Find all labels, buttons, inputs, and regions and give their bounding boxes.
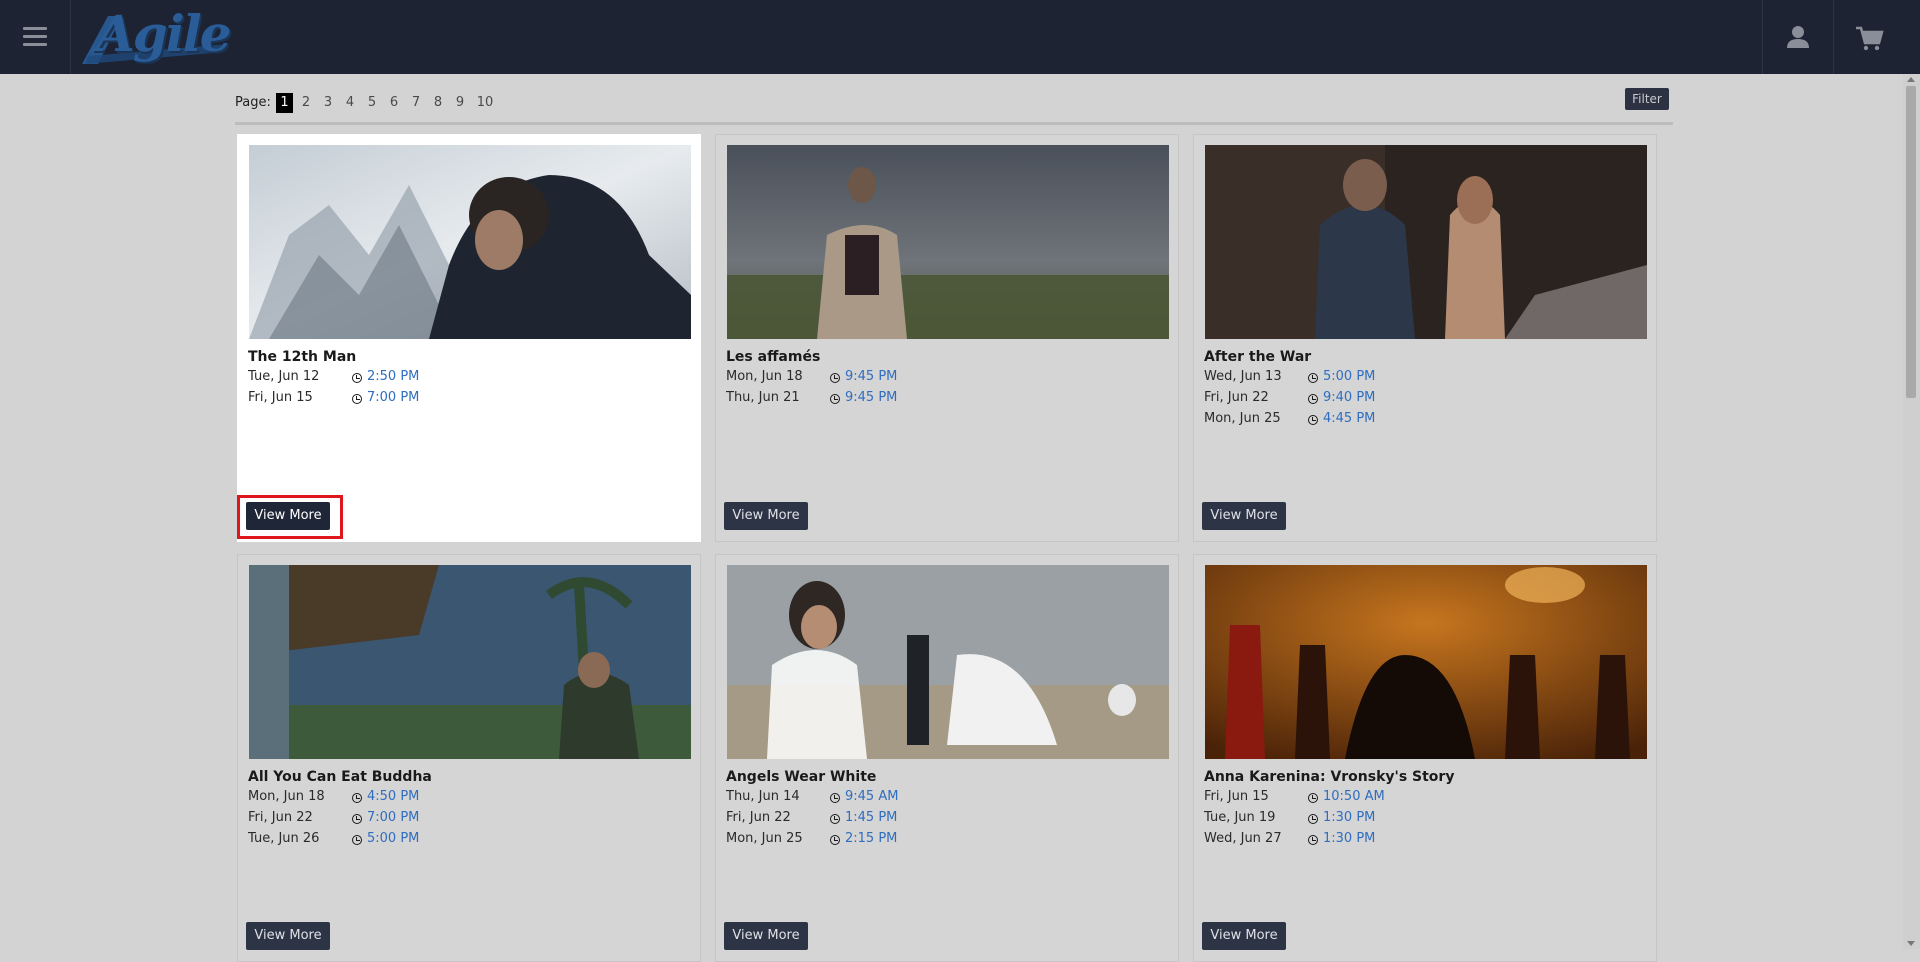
film-card-all-you-can-eat-buddha: All You Can Eat Buddha Mon, Jun 18 4:50 … bbox=[237, 554, 701, 962]
film-poster-image[interactable] bbox=[1205, 565, 1647, 759]
clock-icon bbox=[830, 814, 840, 824]
film-title[interactable]: All You Can Eat Buddha bbox=[248, 769, 432, 785]
film-poster-image[interactable] bbox=[727, 145, 1169, 339]
clock-icon bbox=[352, 814, 362, 824]
user-account-button[interactable] bbox=[1762, 0, 1833, 74]
clock-icon bbox=[1308, 835, 1318, 845]
hamburger-menu-button[interactable] bbox=[0, 0, 71, 74]
view-more-button[interactable]: View More bbox=[724, 922, 808, 950]
page-link-1[interactable]: 1 bbox=[276, 93, 293, 113]
film-title[interactable]: After the War bbox=[1204, 349, 1311, 365]
view-more-button[interactable]: View More bbox=[1202, 922, 1286, 950]
showtime-date: Wed, Jun 13 bbox=[1204, 369, 1282, 384]
showtime-link[interactable]: 1:30 PM bbox=[1323, 831, 1375, 846]
film-title[interactable]: The 12th Man bbox=[248, 349, 356, 365]
view-more-button[interactable]: View More bbox=[724, 502, 808, 530]
shopping-cart-button[interactable] bbox=[1833, 0, 1904, 74]
showtime-date: Thu, Jun 14 bbox=[726, 789, 800, 804]
page-link-3[interactable]: 3 bbox=[321, 93, 335, 113]
showtime-date: Fri, Jun 22 bbox=[248, 810, 313, 825]
showtime-date: Mon, Jun 25 bbox=[1204, 411, 1281, 426]
scroll-up-arrow-icon[interactable] bbox=[1907, 77, 1915, 82]
clock-icon bbox=[352, 793, 362, 803]
clock-icon bbox=[830, 373, 840, 383]
film-poster-image[interactable] bbox=[249, 565, 691, 759]
view-more-button[interactable]: View More bbox=[246, 502, 330, 530]
clock-icon bbox=[830, 835, 840, 845]
showtime-date: Thu, Jun 21 bbox=[726, 390, 800, 405]
page-link-4[interactable]: 4 bbox=[343, 93, 357, 113]
showtime-date: Tue, Jun 19 bbox=[1204, 810, 1276, 825]
page-scrollbar[interactable] bbox=[1903, 74, 1920, 949]
film-poster-image[interactable] bbox=[727, 565, 1169, 759]
showtime-link[interactable]: 5:00 PM bbox=[367, 831, 419, 846]
showtime-date: Fri, Jun 15 bbox=[248, 390, 313, 405]
showtime-link[interactable]: 4:50 PM bbox=[367, 789, 419, 804]
clock-icon bbox=[830, 793, 840, 803]
scrollbar-thumb[interactable] bbox=[1906, 86, 1916, 398]
scroll-down-arrow-icon[interactable] bbox=[1907, 941, 1915, 946]
page-link-5[interactable]: 5 bbox=[365, 93, 379, 113]
showtime-link[interactable]: 2:50 PM bbox=[367, 369, 419, 384]
showtime-date: Mon, Jun 18 bbox=[726, 369, 803, 384]
clock-icon bbox=[1308, 415, 1318, 425]
clock-icon bbox=[352, 394, 362, 404]
view-more-button[interactable]: View More bbox=[246, 922, 330, 950]
shopping-cart-icon bbox=[1856, 26, 1884, 51]
page-link-7[interactable]: 7 bbox=[409, 93, 423, 113]
page-link-10[interactable]: 10 bbox=[475, 93, 495, 113]
clock-icon bbox=[352, 835, 362, 845]
clock-icon bbox=[352, 373, 362, 383]
film-card-the-12th-man: The 12th Man Tue, Jun 12 2:50 PM Fri, Ju… bbox=[237, 134, 701, 542]
film-poster-image[interactable] bbox=[249, 145, 691, 339]
clock-icon bbox=[1308, 793, 1318, 803]
user-icon bbox=[1787, 26, 1809, 48]
showtime-date: Mon, Jun 18 bbox=[248, 789, 325, 804]
showtime-date: Fri, Jun 22 bbox=[726, 810, 791, 825]
film-card-after-the-war: After the War Wed, Jun 13 5:00 PM Fri, J… bbox=[1193, 134, 1657, 542]
page-link-9[interactable]: 9 bbox=[453, 93, 467, 113]
clock-icon bbox=[1308, 814, 1318, 824]
page-link-2[interactable]: 2 bbox=[299, 93, 313, 113]
showtime-link[interactable]: 9:45 AM bbox=[845, 789, 898, 804]
filter-button[interactable]: Filter bbox=[1625, 88, 1669, 110]
film-title[interactable]: Les affamés bbox=[726, 349, 820, 365]
clock-icon bbox=[830, 394, 840, 404]
showtime-link[interactable]: 9:40 PM bbox=[1323, 390, 1375, 405]
film-title[interactable]: Anna Karenina: Vronsky's Story bbox=[1204, 769, 1454, 785]
showtime-date: Fri, Jun 15 bbox=[1204, 789, 1269, 804]
showtime-link[interactable]: 4:45 PM bbox=[1323, 411, 1375, 426]
clock-icon bbox=[1308, 373, 1318, 383]
showtime-date: Mon, Jun 25 bbox=[726, 831, 803, 846]
film-card-anna-karenina: Anna Karenina: Vronsky's Story Fri, Jun … bbox=[1193, 554, 1657, 962]
showtime-link[interactable]: 9:45 PM bbox=[845, 369, 897, 384]
page-link-6[interactable]: 6 bbox=[387, 93, 401, 113]
showtime-link[interactable]: 2:15 PM bbox=[845, 831, 897, 846]
showtime-link[interactable]: 7:00 PM bbox=[367, 390, 419, 405]
film-card-les-affames: Les affamés Mon, Jun 18 9:45 PM Thu, Jun… bbox=[715, 134, 1179, 542]
logo-text: Agile bbox=[96, 4, 232, 63]
showtime-link[interactable]: 1:45 PM bbox=[845, 810, 897, 825]
film-poster-image[interactable] bbox=[1205, 145, 1647, 339]
view-more-button[interactable]: View More bbox=[1202, 502, 1286, 530]
showtime-link[interactable]: 1:30 PM bbox=[1323, 810, 1375, 825]
showtime-date: Wed, Jun 27 bbox=[1204, 831, 1282, 846]
showtime-date: Tue, Jun 12 bbox=[248, 369, 320, 384]
showtime-link[interactable]: 10:50 AM bbox=[1323, 789, 1385, 804]
top-nav-bar: Agile bbox=[0, 0, 1920, 74]
film-title[interactable]: Angels Wear White bbox=[726, 769, 876, 785]
divider bbox=[235, 122, 1673, 125]
page-label: Page: bbox=[235, 95, 271, 110]
page-link-8[interactable]: 8 bbox=[431, 93, 445, 113]
film-card-angels-wear-white: Angels Wear White Thu, Jun 14 9:45 AM Fr… bbox=[715, 554, 1179, 962]
clock-icon bbox=[1308, 394, 1318, 404]
showtime-link[interactable]: 9:45 PM bbox=[845, 390, 897, 405]
showtime-link[interactable]: 7:00 PM bbox=[367, 810, 419, 825]
showtime-link[interactable]: 5:00 PM bbox=[1323, 369, 1375, 384]
showtime-date: Fri, Jun 22 bbox=[1204, 390, 1269, 405]
showtime-date: Tue, Jun 26 bbox=[248, 831, 320, 846]
